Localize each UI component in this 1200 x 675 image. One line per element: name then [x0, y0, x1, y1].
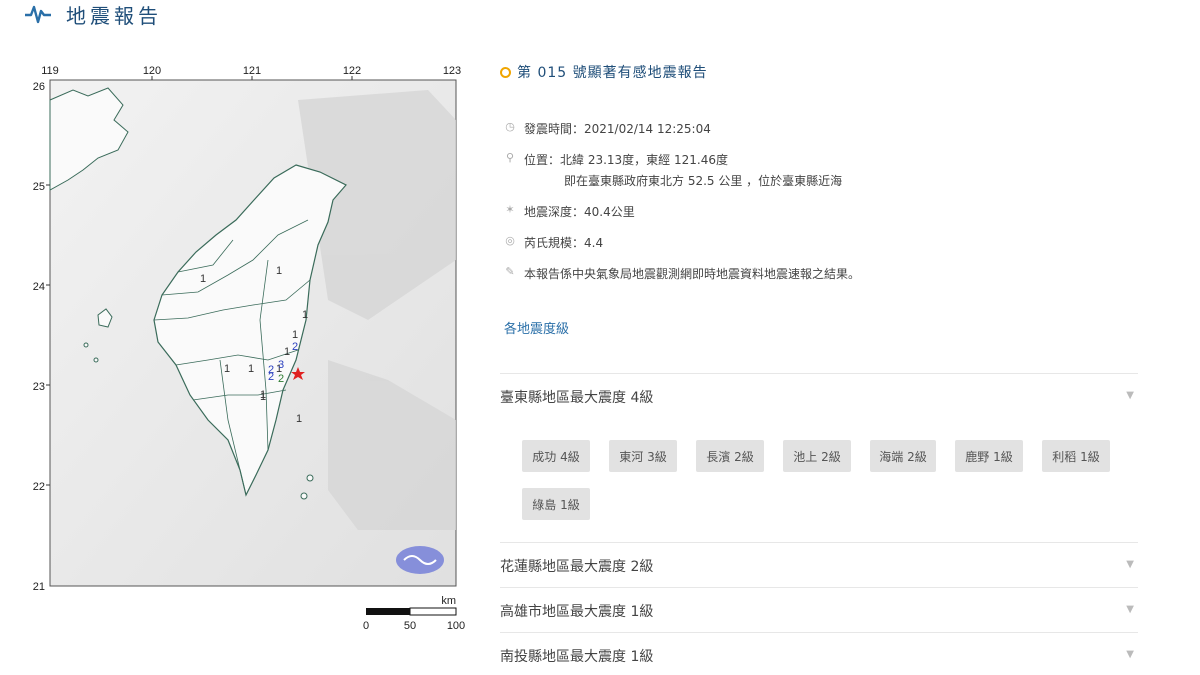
report-title-text: 第 015 號顯著有感地震報告 [517, 65, 708, 81]
magnitude-icon: ◎ [505, 234, 515, 247]
location-text: 位置：北緯 23.13度，東經 121.46度 [524, 153, 728, 167]
intensity-label: 1 [302, 309, 308, 321]
note-row: ✎ 本報告係中央氣象局地震觀測網即時地震資料地震速報之結果。 [504, 265, 1140, 296]
intensity-label: 1 [224, 363, 230, 375]
intensity-label: 1 [276, 265, 282, 277]
note-text: 本報告係中央氣象局地震觀測網即時地震資料地震速報之結果。 [524, 267, 861, 281]
lon-tick: 120 [143, 65, 161, 77]
lon-tick: 121 [243, 65, 261, 77]
chevron-down-icon: ▼ [1126, 604, 1134, 615]
report-info: ◷ 發震時間：2021/02/14 12:25:04 ⚲ 位置：北緯 23.13… [500, 120, 1140, 296]
lat-tick: 26 [33, 81, 45, 93]
county-row-hualien[interactable]: 花蓮縣地區最大震度 2級 ▼ [500, 542, 1138, 587]
time-text: 發震時間：2021/02/14 12:25:04 [524, 122, 711, 136]
seismograph-wave-icon [25, 5, 51, 24]
scale-tick: 50 [404, 620, 416, 632]
scale-tick: 0 [363, 620, 369, 632]
station-chip: 東河 3級 [609, 440, 677, 472]
location-row: ⚲ 位置：北緯 23.13度，東經 121.46度 即在臺東縣政府東北方 52.… [504, 151, 1140, 203]
scale-unit: km [441, 595, 456, 607]
chevron-down-icon: ▼ [1126, 559, 1134, 570]
intensity-section-label: 各地震度級 [504, 322, 570, 337]
lon-tick: 123 [443, 65, 461, 77]
chevron-down-icon: ▼ [1126, 649, 1134, 660]
depth-text: 地震深度：40.4公里 [524, 205, 635, 219]
county-row-nantou[interactable]: 南投縣地區最大震度 1級 ▼ [500, 632, 1138, 675]
intensity-label: 1 [248, 363, 254, 375]
depth-row: ✶ 地震深度：40.4公里 [504, 203, 1140, 234]
magnitude-text: 芮氏規模：4.4 [524, 236, 604, 250]
county-label: 南投縣地區最大震度 1級 [500, 649, 654, 665]
lat-tick: 25 [33, 181, 45, 193]
page-title: 地震報告 [66, 3, 162, 28]
depth-icon: ✶ [505, 203, 515, 216]
clock-icon: ◷ [505, 120, 515, 133]
lat-tick: 23 [33, 381, 45, 393]
pencil-icon: ✎ [505, 265, 515, 278]
lat-tick: 24 [33, 281, 45, 293]
station-chip: 池上 2級 [783, 440, 851, 472]
county-row-taitung[interactable]: 臺東縣地區最大震度 4級 ▼ [500, 373, 1138, 418]
chevron-down-icon: ▼ [1126, 390, 1134, 401]
intensity-label: 1 [200, 273, 206, 285]
scale-tick: 100 [447, 620, 465, 632]
county-row-kaohsiung[interactable]: 高雄市地區最大震度 1級 ▼ [500, 587, 1138, 632]
cwb-logo [396, 546, 444, 574]
report-panel: 第 015 號顯著有感地震報告 ◷ 發震時間：2021/02/14 12:25:… [500, 62, 1140, 337]
intensity-label: 2 [278, 373, 284, 385]
station-chip: 成功 4級 [522, 440, 590, 472]
intensity-label: 1 [260, 389, 266, 401]
lon-tick: 119 [41, 65, 59, 77]
location-pin-icon: ⚲ [505, 151, 515, 164]
lat-tick: 21 [33, 581, 45, 593]
report-title: 第 015 號顯著有感地震報告 [500, 62, 1140, 82]
station-chip: 長濱 2級 [696, 440, 764, 472]
intensity-label: 1 [296, 413, 302, 425]
county-label: 臺東縣地區最大震度 4級 [500, 390, 654, 406]
intensity-label: 1 [284, 346, 290, 358]
lon-tick: 122 [343, 65, 361, 77]
magnitude-row: ◎ 芮氏規模：4.4 [504, 234, 1140, 265]
county-label: 花蓮縣地區最大震度 2級 [500, 559, 654, 575]
time-row: ◷ 發震時間：2021/02/14 12:25:04 [504, 120, 1140, 151]
county-label: 高雄市地區最大震度 1級 [500, 604, 654, 620]
ring-icon [500, 66, 511, 78]
page-header: 地震報告 [24, 0, 162, 28]
station-chip: 鹿野 1級 [955, 440, 1023, 472]
scale-bar: km 0 50 100 [363, 595, 465, 632]
location-detail-text: 即在臺東縣政府東北方 52.5 公里 ，位於臺東縣近海 [564, 174, 843, 188]
station-chip: 利稻 1級 [1042, 440, 1110, 472]
intensity-label: 2 [268, 371, 274, 383]
lat-tick: 22 [33, 481, 45, 493]
earthquake-map: 1 1 1 1 1 1 1 1 1 1 2 2 2 2 3 1 119 120 [28, 60, 474, 640]
intensity-label: 3 [278, 359, 284, 371]
station-chip: 綠島 1級 [522, 488, 590, 520]
station-chip: 海端 2級 [870, 440, 936, 472]
intensity-label: 1 [292, 329, 298, 341]
intensity-label: 2 [292, 341, 298, 353]
